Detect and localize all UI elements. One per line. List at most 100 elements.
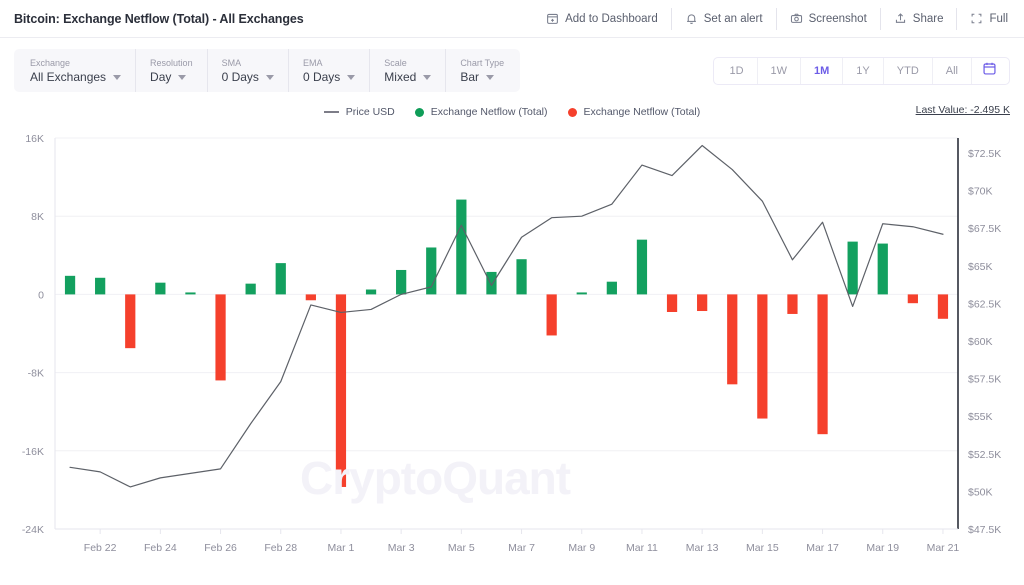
red-dot-marker-icon [567, 107, 577, 117]
netflow-bar[interactable] [64, 275, 76, 295]
filter-chart-type-label: Chart Type [460, 57, 505, 68]
netflow-bar[interactable] [817, 294, 828, 435]
netflow-price-chart[interactable]: 16K 8K 0 -8K -16K -24K $72.5K $70K $67.5K $65K $62… [0, 126, 1024, 566]
netflow-bar[interactable] [335, 294, 347, 487]
chevron-down-icon [423, 74, 432, 80]
y2-axis-tick-label: $60K [968, 336, 993, 348]
netflow-bar[interactable] [155, 282, 166, 295]
filter-scale[interactable]: Scale Mixed [370, 49, 447, 92]
netflow-bar[interactable] [757, 294, 768, 419]
filter-exchange[interactable]: Exchange All Exchanges [16, 49, 137, 92]
filter-chart-type[interactable]: Chart Type Bar [446, 49, 518, 92]
y2-axis-tick-label: $50K [968, 486, 993, 498]
y2-axis-tick-label: $62.5K [968, 298, 1001, 310]
netflow-bar[interactable] [697, 294, 708, 312]
netflow-bar[interactable] [95, 277, 106, 295]
filter-sma-label: SMA [221, 57, 242, 68]
netflow-bar[interactable] [546, 294, 557, 336]
x-axis-tick-label: Mar 7 [508, 542, 535, 554]
netflow-bar[interactable] [215, 294, 226, 381]
x-axis-tick-label: Mar 13 [686, 542, 719, 554]
netflow-bar[interactable] [365, 289, 377, 295]
line-marker-icon [323, 111, 339, 113]
x-axis-tick-label: Mar 19 [866, 542, 899, 554]
range-1m[interactable]: 1M [801, 57, 844, 84]
add-to-dashboard-button[interactable]: Add to Dashboard [533, 7, 672, 30]
price-line[interactable] [69, 144, 944, 488]
netflow-bar[interactable] [606, 281, 617, 295]
legend-label-price-usd: Price USD [345, 106, 395, 118]
x-axis-tick-label: Feb 28 [264, 542, 297, 554]
chevron-down-icon [178, 74, 187, 80]
set-alert-label: Set an alert [703, 12, 763, 25]
chart-container: CryptoQuant 16K 8K 0 -8K -16K -24K $72.5K $70K $… [0, 126, 1024, 566]
x-axis-tick-label: Mar 17 [806, 542, 839, 554]
share-icon [894, 12, 907, 25]
netflow-bar[interactable] [847, 241, 858, 295]
filter-sma[interactable]: SMA 0 Days [208, 49, 289, 92]
range-ytd[interactable]: YTD [884, 57, 933, 84]
filter-scale-value: Mixed [384, 69, 417, 84]
filter-scale-label: Scale [384, 57, 407, 68]
filter-chart-type-value: Bar [460, 69, 479, 84]
x-axis-tick-label: Mar 15 [746, 542, 779, 554]
filter-ema[interactable]: EMA 0 Days [289, 49, 371, 92]
app-header: Bitcoin: Exchange Netflow (Total) - All … [0, 0, 1024, 38]
netflow-bar[interactable] [937, 294, 949, 319]
netflow-bar[interactable] [396, 269, 407, 295]
x-axis-tick-label: Feb 24 [144, 542, 177, 554]
netflow-bar[interactable] [456, 199, 467, 295]
netflow-bar[interactable] [727, 294, 738, 385]
x-axis-tick-label: Mar 3 [388, 542, 415, 554]
range-1y[interactable]: 1Y [843, 57, 884, 84]
screenshot-button[interactable]: Screenshot [777, 7, 881, 30]
netflow-bar[interactable] [907, 294, 918, 304]
range-1d[interactable]: 1D [716, 57, 758, 84]
legend-label-netflow-negative: Exchange Netflow (Total) [583, 106, 701, 118]
filter-bar: Exchange All Exchanges Resolution Day SM… [14, 49, 1010, 92]
add-to-dashboard-label: Add to Dashboard [565, 12, 658, 25]
chevron-down-icon [113, 74, 122, 80]
y2-axis-tick-label: $70K [968, 186, 993, 198]
filter-resolution[interactable]: Resolution Day [136, 49, 208, 92]
filter-resolution-value: Day [150, 69, 172, 84]
range-1w[interactable]: 1W [758, 57, 802, 84]
chevron-down-icon [347, 74, 356, 80]
share-button[interactable]: Share [881, 7, 958, 30]
filter-resolution-label: Resolution [150, 57, 193, 68]
range-all[interactable]: All [933, 57, 972, 84]
filter-ema-value: 0 Days [302, 69, 341, 84]
calendar-icon [982, 61, 997, 81]
chevron-down-icon [265, 74, 274, 80]
x-axis-tick-label: Feb 22 [84, 542, 117, 554]
legend-item-netflow-positive[interactable]: Exchange Netflow (Total) [414, 106, 548, 118]
filter-ema-label: EMA [302, 57, 323, 68]
netflow-bar[interactable] [516, 259, 527, 295]
netflow-bar[interactable] [305, 294, 316, 301]
y2-axis-tick-label: $65K [968, 261, 993, 273]
y-axis-tick-label: 16K [25, 133, 44, 145]
legend-item-netflow-negative[interactable]: Exchange Netflow (Total) [567, 106, 701, 118]
y2-axis-tick-label: $57.5K [968, 374, 1001, 386]
netflow-bar[interactable] [877, 243, 888, 295]
last-value-label[interactable]: Last Value: -2.495 K [916, 104, 1010, 116]
legend-item-price-usd[interactable]: Price USD [323, 106, 395, 118]
set-alert-button[interactable]: Set an alert [672, 7, 777, 30]
bell-icon [685, 12, 698, 25]
netflow-bar[interactable] [486, 271, 497, 295]
y-axis-tick-label: -24K [22, 524, 44, 536]
netflow-bar[interactable] [185, 292, 196, 295]
netflow-bar[interactable] [666, 294, 678, 312]
calendar-button[interactable] [972, 58, 1007, 84]
netflow-bar[interactable] [275, 263, 286, 295]
netflow-bar[interactable] [245, 283, 256, 295]
add-to-dashboard-icon [546, 12, 559, 25]
netflow-bar[interactable] [636, 239, 648, 295]
netflow-bar[interactable] [576, 292, 587, 295]
y-axis-tick-label: 0 [38, 289, 44, 301]
netflow-bar[interactable] [125, 294, 136, 349]
x-axis-tick-label: Mar 9 [568, 542, 595, 554]
x-axis-tick-label: Mar 5 [448, 542, 475, 554]
fullscreen-button[interactable]: Full [957, 8, 1008, 30]
netflow-bar[interactable] [787, 294, 798, 314]
